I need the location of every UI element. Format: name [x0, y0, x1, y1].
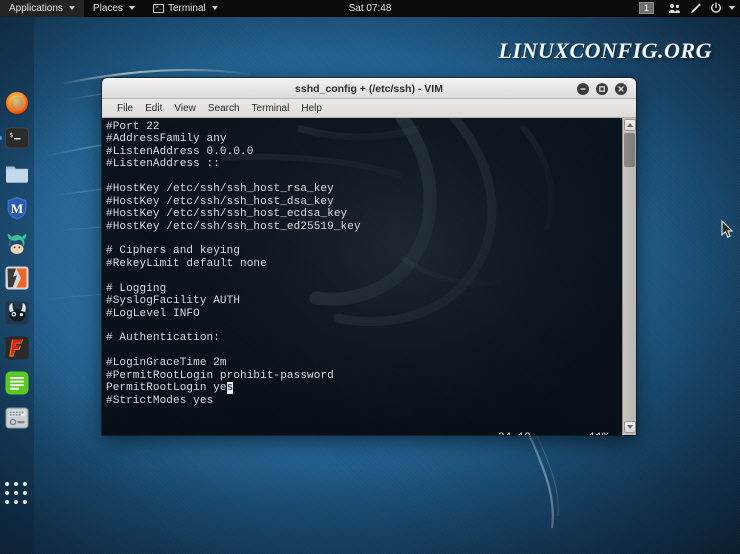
users-icon[interactable]	[664, 0, 684, 17]
scroll-up-button[interactable]	[624, 119, 636, 131]
svg-text:M: M	[11, 201, 23, 216]
vim-line: #PermitRootLogin prohibit-password	[106, 370, 622, 382]
vim-line: #LogLevel INFO	[106, 308, 622, 320]
dock-item-metasploit[interactable]: M	[4, 195, 30, 221]
vim-line	[106, 320, 622, 332]
grid-dot	[14, 482, 18, 486]
grid-dot	[5, 491, 9, 495]
menu-search[interactable]: Search	[202, 99, 246, 118]
menu-terminal[interactable]: Terminal	[246, 99, 296, 118]
chevron-down-icon	[212, 6, 218, 10]
vim-line: # Ciphers and keying	[106, 245, 622, 257]
dock-item-faraday[interactable]	[4, 335, 30, 361]
grid-dot	[5, 482, 9, 486]
vim-line: #HostKey /etc/ssh/ssh_host_ed25519_key	[106, 221, 622, 233]
vim-line: #ListenAddress ::	[106, 158, 622, 170]
terminal-area: #Port 22#AddressFamily any#ListenAddress…	[102, 118, 636, 435]
vim-line: #HostKey /etc/ssh/ssh_host_ecdsa_key	[106, 208, 622, 220]
vim-line: #StrictModes yes	[106, 395, 622, 407]
triangle-down-icon	[627, 425, 633, 429]
linuxconfig-watermark: LINUXCONFIG.ORG	[499, 38, 712, 64]
scrollbar-track[interactable]	[623, 132, 636, 421]
menu-edit[interactable]: Edit	[139, 99, 168, 118]
terminal-scrollbar[interactable]	[622, 118, 636, 435]
favorites-dock: $ M	[0, 17, 34, 554]
terminal-icon: >_	[153, 4, 164, 13]
grid-dot	[23, 500, 27, 504]
terminal-window-menu[interactable]: >_ Terminal	[144, 0, 227, 17]
window-titlebar[interactable]: sshd_config + (/etc/ssh) - VIM	[102, 78, 636, 99]
terminal-window-menu-label: Terminal	[168, 3, 206, 14]
pen-icon[interactable]	[685, 0, 705, 17]
menu-help[interactable]: Help	[295, 99, 328, 118]
power-icon[interactable]	[706, 0, 726, 17]
places-menu-label: Places	[93, 3, 123, 14]
top-panel: Applications Places >_ Terminal Sat 07:4…	[0, 0, 740, 17]
mouse-cursor	[721, 220, 734, 239]
chevron-down-icon[interactable]	[729, 6, 735, 10]
applications-menu[interactable]: Applications	[0, 0, 84, 17]
grid-dot	[14, 491, 18, 495]
vim-buffer-text[interactable]: #Port 22#AddressFamily any#ListenAddress…	[102, 118, 622, 407]
vim-line	[106, 345, 622, 357]
grid-dot	[5, 500, 9, 504]
dock-item-burpsuite[interactable]	[4, 265, 30, 291]
running-indicator-dot	[0, 136, 2, 140]
vim-line: #HostKey /etc/ssh/ssh_host_rsa_key	[106, 183, 622, 195]
svg-text:$: $	[10, 132, 14, 139]
show-applications-button[interactable]	[5, 482, 29, 506]
vim-line: #LoginGraceTime 2m	[106, 357, 622, 369]
vim-cursor: s	[227, 382, 234, 394]
menu-view[interactable]: View	[168, 99, 202, 118]
scrollbar-thumb[interactable]	[624, 133, 635, 167]
scroll-down-button[interactable]	[624, 421, 636, 433]
vim-line: #AddressFamily any	[106, 133, 622, 145]
vim-editor-viewport[interactable]: #Port 22#AddressFamily any#ListenAddress…	[102, 118, 622, 435]
triangle-up-icon	[627, 123, 633, 127]
chevron-down-icon	[69, 6, 75, 10]
menu-file[interactable]: File	[111, 99, 139, 118]
dock-item-firefox[interactable]	[4, 90, 30, 116]
window-menubar: File Edit View Search Terminal Help	[102, 99, 636, 118]
chevron-down-icon	[129, 6, 135, 10]
dock-item-text-editor[interactable]	[4, 370, 30, 396]
grid-dot	[23, 482, 27, 486]
vim-line	[106, 233, 622, 245]
dock-item-armitage[interactable]	[4, 230, 30, 256]
dock-item-files[interactable]	[4, 160, 30, 186]
places-menu[interactable]: Places	[84, 0, 144, 17]
vim-line	[106, 270, 622, 282]
dock-item-terminal[interactable]: $	[4, 125, 30, 151]
desktop[interactable]: LINUXCONFIG.ORG Applications Places >_ T…	[0, 0, 740, 554]
vim-line: # Logging	[106, 283, 622, 295]
vim-line: #HostKey /etc/ssh/ssh_host_dsa_key	[106, 196, 622, 208]
vim-line: #Port 22	[106, 121, 622, 133]
minimize-button[interactable]	[577, 83, 589, 95]
dock-item-cherrytree[interactable]	[4, 405, 30, 431]
grid-dot	[23, 491, 27, 495]
vim-ruler: 34,19	[498, 432, 531, 435]
grid-dot	[14, 500, 18, 504]
applications-menu-label: Applications	[9, 3, 63, 14]
panel-tray: 1	[639, 0, 740, 17]
vim-line: #ListenAddress 0.0.0.0	[106, 146, 622, 158]
dock-item-beef[interactable]	[4, 300, 30, 326]
close-button[interactable]	[615, 83, 627, 95]
maximize-button[interactable]	[596, 83, 608, 95]
vim-line: #SyslogFacility AUTH	[106, 295, 622, 307]
terminal-window[interactable]: sshd_config + (/etc/ssh) - VIM File Edit…	[102, 78, 636, 435]
vim-scroll-percent: 11%	[589, 432, 609, 435]
vim-line: PermitRootLogin yes	[106, 382, 622, 394]
window-title: sshd_config + (/etc/ssh) - VIM	[102, 83, 636, 95]
workspace-indicator[interactable]: 1	[639, 2, 654, 14]
vim-line: #RekeyLimit default none	[106, 258, 622, 270]
vim-line	[106, 171, 622, 183]
window-controls	[577, 83, 636, 95]
vim-line: # Authentication:	[106, 332, 622, 344]
